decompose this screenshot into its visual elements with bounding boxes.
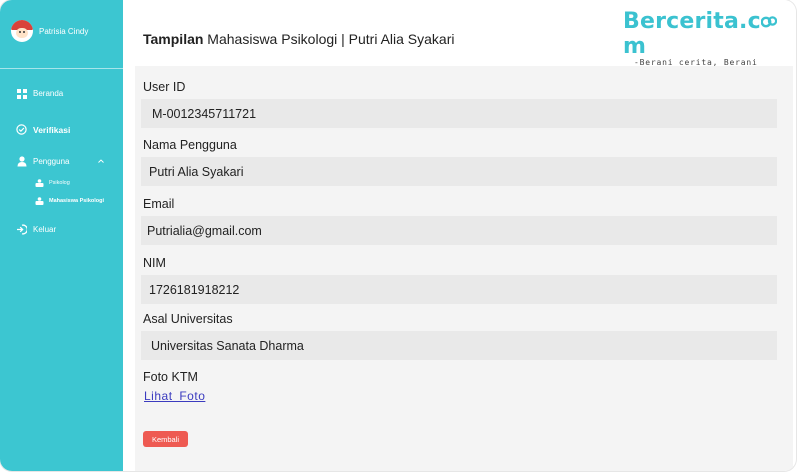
sidebar-subitem-mahasiswa-psikologi[interactable]: Mahasiswa Psikologi: [35, 197, 104, 205]
header: Tampilan Mahasiswa Psikologi | Putri Ali…: [123, 0, 796, 76]
nim-label: NIM: [143, 256, 166, 270]
nama-pengguna-field: Putri Alia Syakari: [141, 157, 777, 186]
foto-ktm-label: Foto KTM: [143, 370, 198, 384]
sidebar-item-label: Keluar: [33, 225, 57, 234]
user-id-label: User ID: [143, 80, 186, 94]
page-title-bold: Tampilan: [143, 31, 204, 47]
user-id-field: M-0012345711721: [141, 99, 777, 128]
detail-panel: User ID M-0012345711721 Nama Pengguna Pu…: [135, 66, 793, 471]
sidebar-item-beranda[interactable]: Beranda: [16, 88, 63, 99]
chevron-up-icon[interactable]: [97, 157, 105, 165]
profile[interactable]: Patrisia Cindy: [0, 0, 123, 62]
sidebar-subitem-label: Mahasiswa Psikologi: [49, 198, 105, 204]
sidebar-item-keluar[interactable]: Keluar: [16, 224, 56, 235]
brand-name: Bercerita.cm: [623, 9, 788, 59]
avatar: [11, 20, 33, 42]
nim-field: 1726181918212: [141, 275, 777, 304]
sidebar-item-label: Pengguna: [33, 157, 70, 166]
asal-universitas-label: Asal Universitas: [143, 312, 233, 326]
lihat-foto-link[interactable]: Lihat Foto: [144, 389, 205, 403]
grid-icon: [16, 88, 27, 99]
user-badge-icon: [35, 197, 44, 205]
sidebar-item-label: Verifikasi: [33, 124, 71, 135]
user-badge-icon: [35, 179, 44, 187]
page-title-rest: Mahasiswa Psikologi | Putri Alia Syakari: [203, 31, 455, 47]
sidebar-subitem-psikolog[interactable]: Psikolog: [35, 179, 70, 187]
sidebar-subitem-label: Psikolog: [49, 180, 70, 186]
sidebar-item-verifikasi[interactable]: Verifikasi: [16, 124, 70, 135]
check-circle-icon: [16, 124, 27, 135]
sidebar: Patrisia Cindy Beranda Verifikasi Penggu…: [0, 0, 123, 471]
asal-universitas-field: Universitas Sanata Dharma: [141, 331, 777, 360]
profile-name: Patrisia Cindy: [39, 26, 89, 36]
user-icon: [16, 156, 27, 167]
sidebar-divider: [0, 68, 123, 69]
sidebar-item-label: Beranda: [33, 89, 64, 98]
email-label: Email: [143, 197, 175, 211]
kembali-button[interactable]: Kembali: [143, 431, 188, 447]
logout-icon: [16, 224, 27, 235]
page-title: Tampilan Mahasiswa Psikologi | Putri Ali…: [143, 31, 455, 47]
sidebar-item-pengguna[interactable]: Pengguna: [16, 156, 69, 167]
speech-bubbles-icon: [760, 10, 778, 28]
email-field: Putrialia@gmail.com: [141, 216, 777, 245]
brand-logo: Bercerita.cm -Berani cerita, Berani puli…: [623, 9, 788, 76]
app-window: Patrisia Cindy Beranda Verifikasi Penggu…: [0, 0, 796, 471]
nama-pengguna-label: Nama Pengguna: [143, 138, 237, 152]
